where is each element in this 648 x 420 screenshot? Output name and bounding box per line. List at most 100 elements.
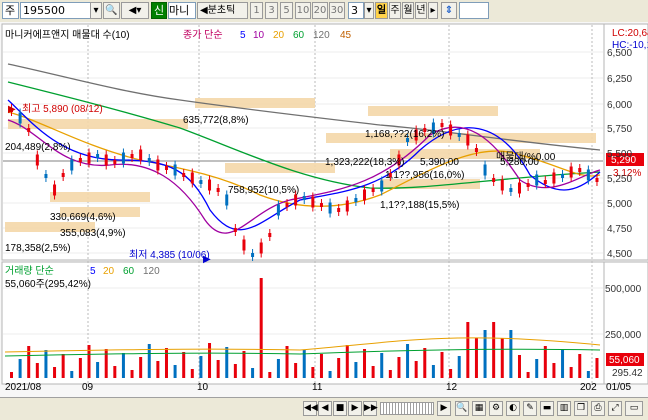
price-tick-label: 5,250 xyxy=(607,174,632,185)
candle-body xyxy=(225,194,229,206)
candle-body xyxy=(552,172,556,184)
scroll-toolbar: ◀◀ ◀ ■ ▶ ▶▶ ▶ 🔍 ▦ ⚙ ◐ ✎ ▬ ▥ ❐ ⎙ ⤢ ▭ xyxy=(0,397,648,420)
market-select[interactable]: 주 xyxy=(2,2,19,19)
volume-bar xyxy=(586,371,590,378)
period-button-5[interactable]: 5 xyxy=(280,2,293,19)
volume-bar xyxy=(190,369,194,378)
code-dropdown-icon[interactable]: ▾ xyxy=(90,2,102,19)
volume-bar xyxy=(294,363,298,378)
candle-body xyxy=(440,123,444,127)
candle-body xyxy=(569,166,573,178)
volume-bar xyxy=(208,343,212,378)
settings-icon[interactable]: ⚙ xyxy=(489,401,503,416)
candle-body xyxy=(595,178,599,182)
volume-bar xyxy=(595,358,599,378)
search-icon[interactable]: 🔍 xyxy=(103,2,120,19)
last-page-icon[interactable]: ▶▶ xyxy=(363,401,378,416)
volume-bar xyxy=(431,365,435,378)
volume-bar xyxy=(147,344,151,378)
volume-bar xyxy=(259,278,263,378)
grid-icon[interactable]: ▦ xyxy=(472,401,486,416)
candle-body xyxy=(363,189,367,201)
scale-button-week[interactable]: 주 xyxy=(389,2,401,19)
volume-bar xyxy=(552,363,556,378)
volume-ma-60: 60 xyxy=(123,266,135,277)
speaker-icon[interactable]: ◀▾ xyxy=(121,2,149,19)
tick-mode-button[interactable]: ◀분초틱 xyxy=(197,2,248,19)
volume-bar xyxy=(500,338,504,378)
volume-profile-bar xyxy=(50,192,150,202)
volume-ma-5: 5 xyxy=(90,266,96,277)
volume-bar xyxy=(10,372,13,378)
volume-ma-20: 20 xyxy=(103,266,115,277)
candle-body xyxy=(44,174,48,178)
expand-icon[interactable]: ⤢ xyxy=(608,401,622,416)
volume-bar xyxy=(509,330,513,378)
candle-body xyxy=(483,164,487,176)
pan-right-icon[interactable]: ▶ xyxy=(437,401,451,416)
swap-arrows-icon[interactable]: ⇕ xyxy=(441,2,457,19)
chart-type-icon[interactable]: ▥ xyxy=(557,401,571,416)
candle-body xyxy=(354,198,358,202)
zone-label: 178,358(2,5%) xyxy=(5,243,71,254)
volume-bar xyxy=(139,357,143,378)
candle-body xyxy=(208,179,212,191)
candle-body xyxy=(535,174,539,186)
ruler-icon[interactable]: ▬ xyxy=(540,401,554,416)
scale-dropdown-icon[interactable]: ▸ xyxy=(428,2,438,19)
price-chart[interactable]: 마니커에프앤지 매물대 수(10) 종가 단순 5 10 20 60 120 45 LC:20,… xyxy=(0,22,648,397)
draw-icon[interactable]: ✎ xyxy=(523,401,537,416)
candle-body xyxy=(251,253,255,257)
count-dropdown-icon[interactable]: ▾ xyxy=(364,2,374,19)
credit-badge: 신 xyxy=(151,2,167,19)
first-page-icon[interactable]: ◀◀ xyxy=(303,401,318,416)
ma-period-60: 60 xyxy=(293,30,305,41)
stock-name-label: 마니 xyxy=(168,2,196,19)
candle-body xyxy=(276,204,280,216)
search-zoom-icon[interactable]: 🔍 xyxy=(455,401,469,416)
candle-body xyxy=(104,154,108,166)
candle-body xyxy=(53,184,57,196)
period-button-30[interactable]: 30 xyxy=(329,2,345,19)
volume-bar xyxy=(173,365,177,378)
copy-icon[interactable]: ❐ xyxy=(574,401,588,416)
tick-mode-icon: ◀ xyxy=(200,5,208,16)
price-tick-label: 5,000 xyxy=(607,199,632,210)
scale-button-month[interactable]: 월 xyxy=(402,2,414,19)
volume-bar xyxy=(449,369,453,378)
volume-ma-120: 120 xyxy=(143,266,160,277)
period-button-1[interactable]: 1 xyxy=(250,2,263,19)
x-axis-label: 01/05 xyxy=(606,382,631,393)
scale-button-day[interactable]: 일 xyxy=(375,2,388,19)
collapse-icon[interactable]: ▭ xyxy=(625,401,643,416)
volume-bar xyxy=(27,346,31,378)
volume-bar xyxy=(543,346,547,378)
candle-body xyxy=(139,149,143,161)
scale-button-year[interactable]: 년 xyxy=(415,2,427,19)
volume-bar xyxy=(225,347,229,378)
period-button-3[interactable]: 3 xyxy=(265,2,278,19)
volume-tick-label: 250,000 xyxy=(605,330,642,341)
price-tick-label: 4,500 xyxy=(607,249,632,260)
candle-body xyxy=(87,152,91,164)
candle-body xyxy=(500,179,504,191)
palette-icon[interactable]: ◐ xyxy=(506,401,520,416)
zone-label: 1,323,222(18,3%) xyxy=(325,157,405,168)
ma-label: 종가 단순 xyxy=(183,29,223,41)
volume-bar xyxy=(61,354,65,378)
stop-icon[interactable]: ■ xyxy=(333,401,347,416)
volume-tick-label: 500,000 xyxy=(605,284,642,295)
period-button-10[interactable]: 10 xyxy=(295,2,311,19)
volume-bar xyxy=(268,372,272,378)
period-button-20[interactable]: 20 xyxy=(312,2,328,19)
extra-input[interactable] xyxy=(459,2,489,19)
volume-bar xyxy=(182,352,186,378)
volume-bar xyxy=(276,359,280,378)
volume-bar xyxy=(492,322,496,378)
prev-icon[interactable]: ◀ xyxy=(318,401,332,416)
print-icon[interactable]: ⎙ xyxy=(591,401,605,416)
next-icon[interactable]: ▶ xyxy=(348,401,362,416)
x-axis-label: 202 xyxy=(580,382,597,393)
zoom-slider[interactable] xyxy=(380,402,434,415)
count-input[interactable]: 3 xyxy=(348,2,364,19)
